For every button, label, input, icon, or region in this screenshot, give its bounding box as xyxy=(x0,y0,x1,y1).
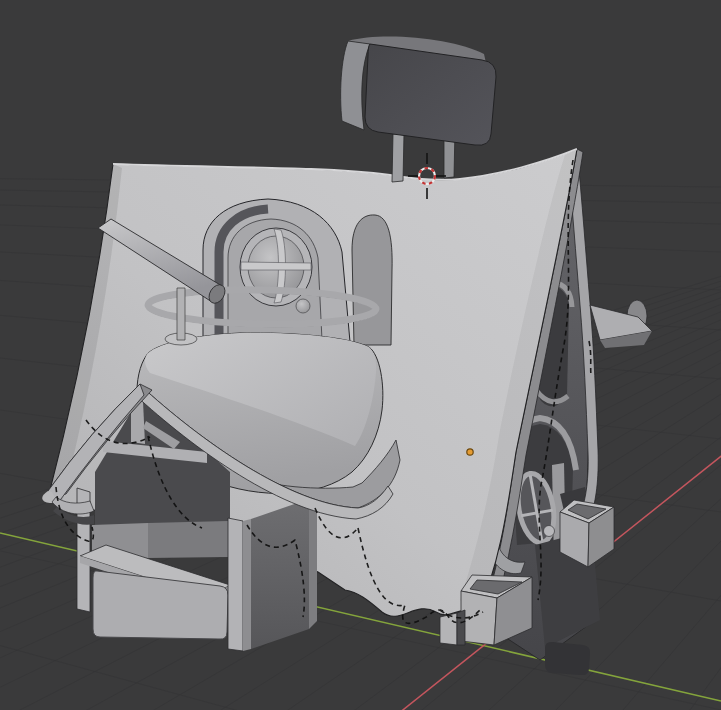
window-cross-h xyxy=(241,262,311,270)
porch-post-right-side xyxy=(243,519,251,651)
stub-shadow xyxy=(457,610,465,645)
porch-post-right xyxy=(228,518,243,651)
blender-3d-viewport[interactable] xyxy=(0,0,721,710)
object-origin-dot xyxy=(467,449,473,455)
porch-right-edge xyxy=(309,497,317,629)
telescope-post xyxy=(177,288,185,340)
dormer-sphere xyxy=(296,299,310,313)
dormer-back-blob xyxy=(352,215,392,345)
porch-right-panel xyxy=(251,499,309,649)
sign-post-left xyxy=(392,133,404,182)
interior-wall-right xyxy=(148,521,228,558)
sign-board xyxy=(365,44,496,145)
window-knob xyxy=(544,526,555,537)
wall-foot-dark xyxy=(545,642,590,675)
